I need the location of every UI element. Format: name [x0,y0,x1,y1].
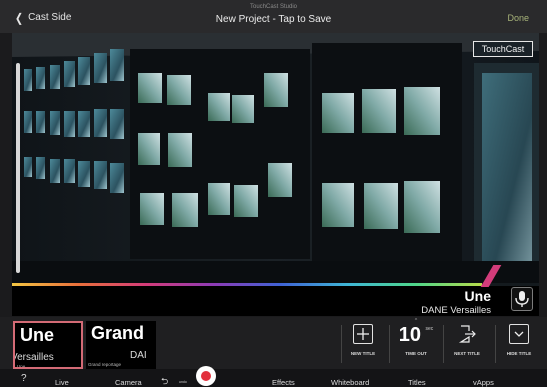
microphone-icon [515,291,529,307]
tab-live[interactable]: Live [55,378,69,387]
app-window: ❮ Cast Side TouchCast Studio New Project… [0,0,547,387]
hide-title-label: HIDE TITLE [506,351,532,356]
tab-camera[interactable]: Camera [115,378,142,387]
timer-value: 10 [398,324,421,346]
touchcast-logo: TouchCast [473,41,533,57]
divider [495,325,496,363]
bottom-toolbar: ? Live Camera ⮌ undo Effects Whiteboard … [0,366,547,387]
chevron-down-box-icon [509,324,529,344]
thumbnail-big-text: Grand [91,323,145,343]
lower-third-title: Une [464,288,491,304]
thumbnail-small-text: DAI [130,350,147,361]
new-title-button[interactable]: NEW TITLE [343,324,383,356]
new-title-label: NEW TITLE [350,351,376,356]
next-title-label: NEXT TITLE [454,351,480,356]
title-strip: Une Versailles Une Grand DAI Grand repor… [0,317,547,369]
thumbnail-small-text: Versailles [13,352,54,363]
thumbnail-tiny-text: Grand reportage [88,362,122,367]
tab-vapps[interactable]: vApps [473,378,494,387]
divider [341,325,342,363]
record-icon [201,371,211,381]
next-title-icon [457,324,477,344]
top-bar: ❮ Cast Side TouchCast Studio New Project… [0,0,547,33]
help-button[interactable]: ? [21,373,27,384]
tab-whiteboard[interactable]: Whiteboard [331,378,369,387]
next-title-button[interactable]: NEXT TITLE [447,324,487,356]
plus-box-icon [353,324,373,344]
title-thumbnail-grand[interactable]: Grand DAI Grand reportage [86,321,156,369]
record-button[interactable] [196,366,216,386]
project-title[interactable]: New Project - Tap to Save [0,14,547,25]
undo-label: undo [179,380,187,384]
divider [389,325,390,363]
undo-icon[interactable]: ⮌ [161,374,168,387]
tab-titles[interactable]: Titles [408,378,426,387]
monitor-wall-image [12,33,539,283]
studio-label: TouchCast Studio [249,4,298,10]
lower-third-subtitle: DANE Versailles [421,305,491,316]
time-out-label: TIME OUT [405,351,427,356]
title-thumbnail-une[interactable]: Une Versailles Une [13,321,83,369]
preview-scroll-indicator[interactable] [16,63,20,273]
video-preview[interactable]: TouchCast Une DANE Versailles [12,33,539,316]
thumbnail-big-text: Une [20,325,55,345]
timer-unit: sec [425,326,434,332]
done-button[interactable]: Done [507,13,529,23]
tab-effects[interactable]: Effects [272,378,295,387]
hide-title-button[interactable]: HIDE TITLE [499,324,539,356]
microphone-button[interactable] [511,287,533,311]
divider [443,325,444,363]
time-out-control[interactable]: ˆ 10 sec TIME OUT [392,319,440,356]
